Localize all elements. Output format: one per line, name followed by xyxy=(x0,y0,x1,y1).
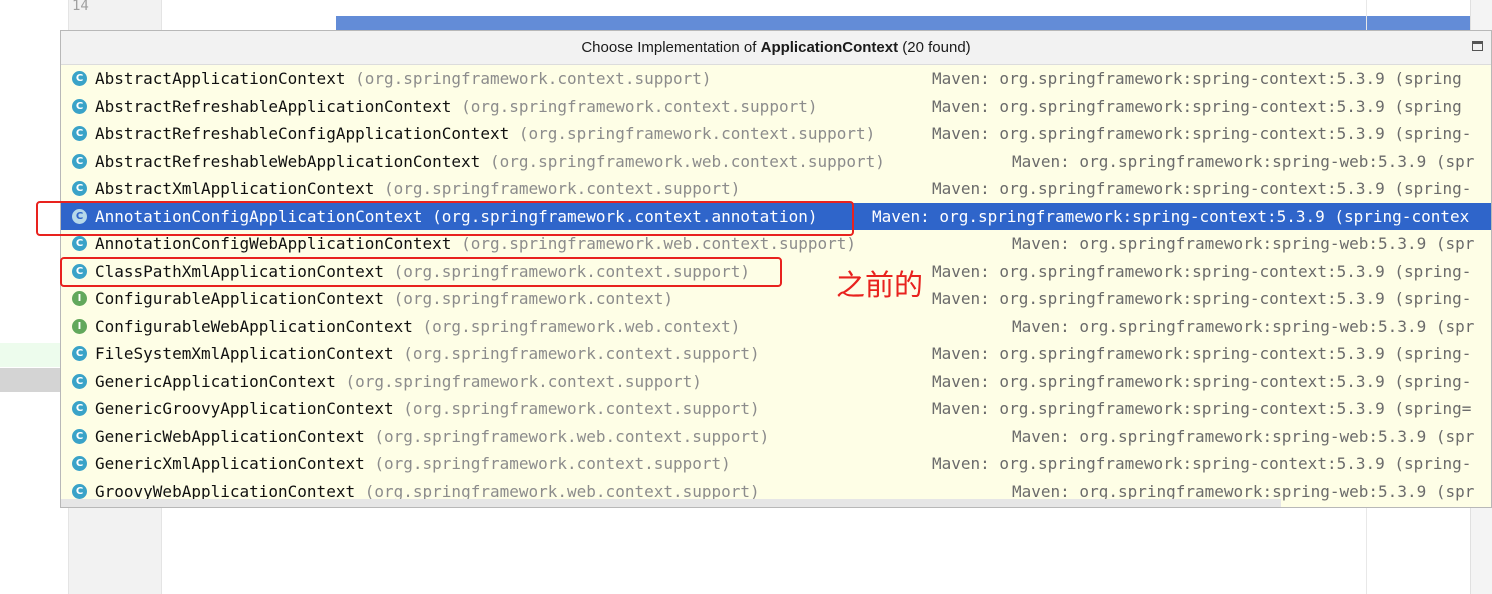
class-icon: C xyxy=(72,236,87,251)
item-package: (org.springframework.web.context.support… xyxy=(489,151,885,171)
class-icon: C xyxy=(72,153,87,169)
item-class-name: AnnotationConfigWebApplicationContext xyxy=(95,234,452,253)
class-icon: C xyxy=(72,373,87,389)
item-class-name: FileSystemXmlApplicationContext xyxy=(95,344,394,363)
item-library: Maven: org.springframework:spring-web:5.… xyxy=(1012,316,1475,336)
item-library: Maven: org.springframework:spring-contex… xyxy=(932,289,1472,308)
horizontal-scrollbar[interactable] xyxy=(61,499,1281,507)
item-library: Maven: org.springframework:spring-contex… xyxy=(872,206,1470,226)
item-package: (org.springframework.context.support) xyxy=(461,96,818,116)
item-package: (org.springframework.context) xyxy=(393,289,673,308)
item-package: (org.springframework.context.support) xyxy=(518,124,876,143)
item-library: Maven: org.springframework:spring-contex… xyxy=(932,179,1472,198)
item-library: Maven: org.springframework:spring-contex… xyxy=(932,344,1472,363)
item-class-name: AbstractRefreshableWebApplicationContext xyxy=(95,151,481,171)
item-class-name: AbstractRefreshableApplicationContext xyxy=(95,96,452,116)
item-name: GenericGroovyApplicationContext (org.spr… xyxy=(95,395,760,423)
interface-icon: I xyxy=(72,291,87,306)
implementation-item[interactable]: C GenericXmlApplicationContext (org.sprin… xyxy=(61,450,1491,478)
editor-caret-line xyxy=(0,368,62,392)
item-name: AbstractApplicationContext (org.springfr… xyxy=(95,65,712,93)
implementation-item[interactable]: C AbstractRefreshableApplicationContext (… xyxy=(61,93,1491,121)
item-name: ConfigurableApplicationContext (org.spri… xyxy=(95,285,673,313)
item-library: Maven: org.springframework:spring-web:5.… xyxy=(1012,234,1475,253)
item-class-name: GenericGroovyApplicationContext xyxy=(95,399,394,418)
item-package: (org.springframework.web.context.support… xyxy=(364,481,760,501)
class-icon: C xyxy=(72,98,87,114)
pin-window-icon[interactable] xyxy=(1472,41,1483,51)
implementation-item[interactable]: C FileSystemXmlApplicationContext (org.sp… xyxy=(61,340,1491,368)
item-class-name: GenericXmlApplicationContext xyxy=(95,454,365,473)
item-package: (org.springframework.web.context) xyxy=(422,316,741,336)
class-icon: C xyxy=(72,483,87,499)
item-name: ConfigurableWebApplicationContext (org.s… xyxy=(95,313,740,341)
implementation-item[interactable]: C GenericApplicationContext (org.springfr… xyxy=(61,368,1491,396)
item-library: Maven: org.springframework:spring-contex… xyxy=(932,96,1462,116)
implementation-item[interactable]: C GenericGroovyApplicationContext (org.sp… xyxy=(61,395,1491,423)
item-name: GenericApplicationContext (org.springfra… xyxy=(95,368,702,396)
line-number: 14 xyxy=(72,0,89,14)
class-icon: C xyxy=(72,428,87,444)
class-icon: C xyxy=(72,126,87,141)
item-class-name: GenericWebApplicationContext xyxy=(95,426,365,446)
item-name: GenericXmlApplicationContext (org.spring… xyxy=(95,450,731,478)
editor-line-highlight xyxy=(0,343,62,367)
annotation-label: 之前的 xyxy=(836,268,924,302)
item-class-name: AbstractRefreshableConfigApplicationCont… xyxy=(95,124,510,143)
item-library: Maven: org.springframework:spring-web:5.… xyxy=(1012,426,1475,446)
item-name: FileSystemXmlApplicationContext (org.spr… xyxy=(95,340,760,368)
item-package: (org.springframework.context.support) xyxy=(403,344,760,363)
item-class-name: AbstractXmlApplicationContext xyxy=(95,179,375,198)
class-icon: C xyxy=(72,346,87,361)
item-name: AbstractRefreshableConfigApplicationCont… xyxy=(95,120,875,148)
implementation-item[interactable]: C AbstractXmlApplicationContext (org.spri… xyxy=(61,175,1491,203)
class-icon: C xyxy=(72,181,87,196)
popup-title-class: ApplicationContext xyxy=(760,39,899,56)
item-package: (org.springframework.context.support) xyxy=(355,69,712,88)
annotation-box-selected xyxy=(36,201,854,236)
item-package: (org.springframework.context.support) xyxy=(384,179,741,198)
popup-title-prefix: Choose Implementation of xyxy=(581,39,761,56)
implementation-item[interactable]: I ConfigurableWebApplicationContext (org.… xyxy=(61,313,1491,341)
annotation-box-previous xyxy=(60,257,782,287)
popup-title-suffix: (20 found) xyxy=(898,39,971,56)
item-library: Maven: org.springframework:spring-contex… xyxy=(932,124,1472,143)
item-package: (org.springframework.context.support) xyxy=(345,371,702,391)
item-class-name: ConfigurableApplicationContext xyxy=(95,289,384,308)
implementation-item[interactable]: C GenericWebApplicationContext (org.sprin… xyxy=(61,423,1491,451)
item-library: Maven: org.springframework:spring-contex… xyxy=(932,371,1472,391)
item-library: Maven: org.springframework:spring-contex… xyxy=(932,399,1472,418)
item-name: GenericWebApplicationContext (org.spring… xyxy=(95,423,769,451)
item-class-name: GenericApplicationContext xyxy=(95,371,336,391)
item-package: (org.springframework.web.context.support… xyxy=(374,426,770,446)
item-package: (org.springframework.web.context.support… xyxy=(461,234,857,253)
class-icon: C xyxy=(72,71,87,86)
item-library: Maven: org.springframework:spring-web:5.… xyxy=(1012,151,1475,171)
class-icon: C xyxy=(72,401,87,416)
item-class-name: ConfigurableWebApplicationContext xyxy=(95,316,413,336)
item-package: (org.springframework.context.support) xyxy=(374,454,731,473)
item-class-name: GroovyWebApplicationContext xyxy=(95,481,356,501)
item-name: AbstractRefreshableApplicationContext (o… xyxy=(95,93,817,121)
item-package: (org.springframework.context.support) xyxy=(403,399,760,418)
implementation-item[interactable]: C AbstractRefreshableConfigApplicationCon… xyxy=(61,120,1491,148)
implementation-item[interactable]: C AbstractApplicationContext (org.springf… xyxy=(61,65,1491,93)
popup-title: Choose Implementation of ApplicationCont… xyxy=(61,31,1491,65)
implementation-item[interactable]: C AbstractRefreshableWebApplicationContex… xyxy=(61,148,1491,176)
editor-selection xyxy=(336,16,1470,30)
item-class-name: AbstractApplicationContext xyxy=(95,69,346,88)
item-library: Maven: org.springframework:spring-contex… xyxy=(932,454,1472,473)
implementation-item[interactable]: I ConfigurableApplicationContext (org.spr… xyxy=(61,285,1491,313)
class-icon: C xyxy=(72,456,87,471)
item-library: Maven: org.springframework:spring-contex… xyxy=(932,261,1472,281)
interface-icon: I xyxy=(72,318,87,334)
item-name: AbstractRefreshableWebApplicationContext… xyxy=(95,148,885,176)
editor-left-margin xyxy=(0,0,68,594)
item-library: Maven: org.springframework:spring-contex… xyxy=(932,69,1462,88)
item-name: AbstractXmlApplicationContext (org.sprin… xyxy=(95,175,740,203)
